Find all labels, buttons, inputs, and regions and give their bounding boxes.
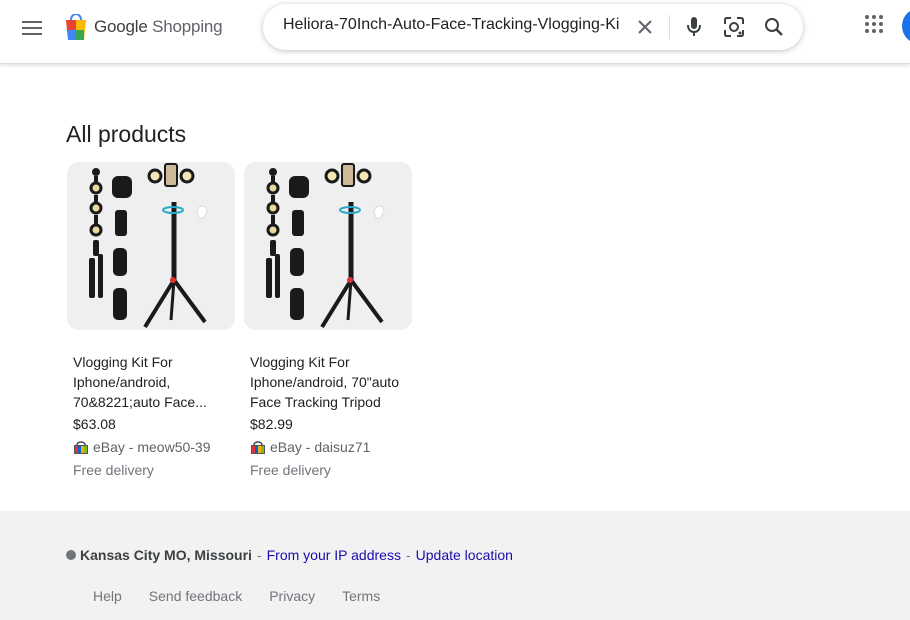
product-seller: eBay - daisuz71 xyxy=(250,439,370,455)
google-shopping-logo[interactable]: Google Shopping xyxy=(64,12,223,42)
update-location-link[interactable]: Update location xyxy=(416,547,513,563)
product-seller: eBay - meow50-39 xyxy=(73,439,211,455)
search-icon[interactable] xyxy=(762,15,786,39)
location-dot-icon xyxy=(66,550,76,560)
logo-text: Google Shopping xyxy=(94,17,223,36)
section-title: All products xyxy=(66,121,187,147)
menu-icon[interactable] xyxy=(16,14,48,42)
ip-address-link[interactable]: From your IP address xyxy=(267,547,401,563)
send-feedback-link[interactable]: Send feedback xyxy=(149,588,242,604)
product-title[interactable]: Vlogging Kit For Iphone/android, 70"auto… xyxy=(250,352,408,412)
lens-icon[interactable] xyxy=(722,15,746,39)
search-box: Heliora-70Inch-Auto-Face-Tracking-Vloggi… xyxy=(263,4,803,50)
location-city: Kansas City MO, Missouri xyxy=(80,547,252,563)
product-image[interactable] xyxy=(67,162,235,330)
product-image[interactable] xyxy=(244,162,412,330)
seller-name: eBay - meow50-39 xyxy=(93,439,211,455)
help-link[interactable]: Help xyxy=(93,588,122,604)
product-price: $63.08 xyxy=(73,416,116,432)
apps-icon[interactable] xyxy=(864,14,888,38)
ebay-icon xyxy=(74,441,88,454)
mic-icon[interactable] xyxy=(682,15,706,39)
separator: - xyxy=(405,547,411,563)
product-price: $82.99 xyxy=(250,416,293,432)
footer: Kansas City MO, Missouri - From your IP … xyxy=(0,511,910,620)
footer-links: Help Send feedback Privacy Terms xyxy=(93,588,407,604)
separator: - xyxy=(256,547,262,563)
product-card[interactable]: Vlogging Kit For Iphone/android, 70"auto… xyxy=(244,162,412,478)
close-icon[interactable] xyxy=(633,15,657,39)
avatar[interactable] xyxy=(902,8,910,44)
search-input[interactable]: Heliora-70Inch-Auto-Face-Tracking-Vloggi… xyxy=(283,16,623,38)
seller-name: eBay - daisuz71 xyxy=(270,439,371,455)
top-bar: Google Shopping Heliora-70Inch-Auto-Face… xyxy=(0,0,910,64)
location-row: Kansas City MO, Missouri - From your IP … xyxy=(66,547,513,563)
shopping-bag-logo xyxy=(66,14,86,40)
ebay-icon xyxy=(251,441,265,454)
product-card[interactable]: Vlogging Kit For Iphone/android, 70&8221… xyxy=(67,162,235,478)
delivery-info: Free delivery xyxy=(250,462,331,478)
delivery-info: Free delivery xyxy=(73,462,154,478)
search-divider xyxy=(669,15,670,39)
privacy-link[interactable]: Privacy xyxy=(269,588,315,604)
product-title[interactable]: Vlogging Kit For Iphone/android, 70&8221… xyxy=(73,352,231,412)
terms-link[interactable]: Terms xyxy=(342,588,380,604)
